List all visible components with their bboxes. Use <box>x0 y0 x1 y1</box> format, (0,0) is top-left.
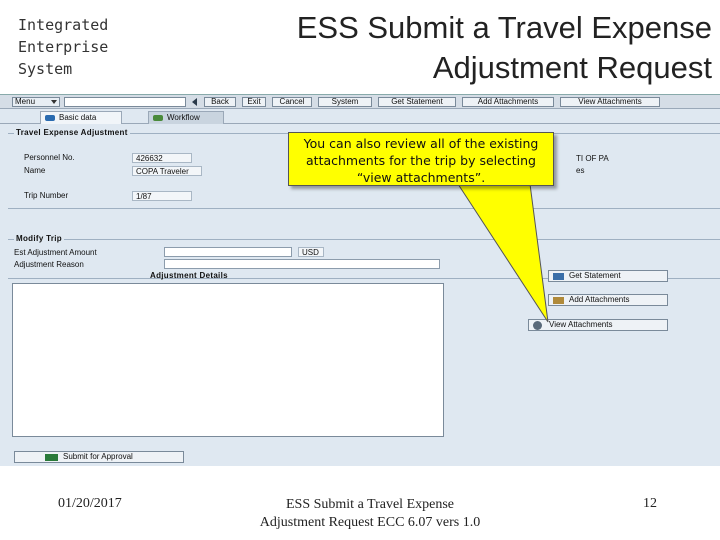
footer-title-line-2: Adjustment Request ECC 6.07 vers 1.0 <box>259 515 481 530</box>
travel-expense-adjustment-title: Travel Expense Adjustment <box>14 128 130 138</box>
footer-title: ESS Submit a Travel Expense Adjustment R… <box>230 496 510 532</box>
command-field[interactable] <box>64 97 186 107</box>
footer-date: 01/20/2017 <box>58 496 122 511</box>
tab-strip: Basic data Workflow <box>0 110 720 124</box>
ies-line-2: Enterprise <box>18 38 109 56</box>
menu-dropdown[interactable]: Menu <box>12 97 60 107</box>
chevron-down-icon <box>51 100 57 104</box>
statement-icon <box>553 273 564 280</box>
adjustment-reason-input[interactable] <box>164 259 440 269</box>
exit-button[interactable]: Exit <box>242 97 266 107</box>
add-attachments-button[interactable]: Add Attachments <box>548 294 668 306</box>
callout-line-1: You can also review all of the existing <box>303 136 539 151</box>
view-attachments-button[interactable]: View Attachments <box>528 319 668 331</box>
magnifier-icon <box>533 321 542 330</box>
view-attachments-label: View Attachments <box>549 320 613 329</box>
slide-title-line-1: ESS Submit a Travel Expense <box>296 10 712 45</box>
est-adjustment-label: Est Adjustment Amount <box>14 248 97 257</box>
get-statement-button[interactable]: Get Statement <box>548 270 668 282</box>
basic-data-icon <box>45 115 55 121</box>
tab-workflow[interactable]: Workflow <box>148 111 224 124</box>
callout-line-2: attachments for the trip by selecting <box>306 153 536 168</box>
submit-label: Submit for Approval <box>63 452 133 461</box>
menu-label: Menu <box>15 97 36 106</box>
org-text: TI OF PA <box>576 154 609 163</box>
sap-toolbar: Menu Back Exit Cancel System Get Stateme… <box>0 95 720 109</box>
currency-value: USD <box>298 247 324 257</box>
cancel-button[interactable]: Cancel <box>272 97 312 107</box>
callout-note: You can also review all of the existing … <box>288 132 554 186</box>
personnel-no-label: Personnel No. <box>24 153 75 162</box>
ies-line-3: System <box>18 60 73 78</box>
est-adjustment-input[interactable] <box>164 247 292 257</box>
add-attachments-label: Add Attachments <box>569 295 630 304</box>
slide-title-line-2: Adjustment Request <box>432 50 712 85</box>
submit-for-approval-button[interactable]: Submit for Approval <box>14 451 184 463</box>
trip-number-value: 1/87 <box>132 191 192 201</box>
tab-basic-data[interactable]: Basic data <box>40 111 122 124</box>
footer-page-number: 12 <box>643 496 657 511</box>
modify-trip-title: Modify Trip <box>14 234 64 244</box>
paperclip-icon <box>553 297 564 304</box>
name-label: Name <box>24 166 46 175</box>
adjustment-details-label: Adjustment Details <box>150 271 228 280</box>
callout-line-3: “view attachments”. <box>356 170 486 185</box>
get-statement-toolbar-button[interactable]: Get Statement <box>378 97 456 107</box>
back-arrow-icon[interactable] <box>192 98 197 106</box>
ies-logo-text: Integrated Enterprise System <box>18 14 158 80</box>
trip-number-label: Trip Number <box>24 191 69 200</box>
view-attachments-toolbar-button[interactable]: View Attachments <box>560 97 660 107</box>
tab-basic-data-label: Basic data <box>59 113 97 122</box>
system-menu-button[interactable]: System <box>318 97 372 107</box>
workflow-icon <box>153 115 163 121</box>
personnel-no-value: 426632 <box>132 153 192 163</box>
adjustment-details-textarea[interactable] <box>12 283 444 437</box>
footer-title-line-1: ESS Submit a Travel Expense <box>285 497 454 512</box>
slide: Integrated Enterprise System ESS Submit … <box>0 0 720 540</box>
slide-title: ESS Submit a Travel Expense Adjustment R… <box>240 8 712 88</box>
name-value: COPA Traveler <box>132 166 202 176</box>
tab-workflow-label: Workflow <box>167 113 200 122</box>
back-button[interactable]: Back <box>204 97 236 107</box>
org-text-2: es <box>576 166 585 175</box>
ies-line-1: Integrated <box>18 16 109 34</box>
add-attachments-toolbar-button[interactable]: Add Attachments <box>462 97 554 107</box>
get-statement-label: Get Statement <box>569 271 621 280</box>
adjustment-reason-label: Adjustment Reason <box>14 260 84 269</box>
submit-icon <box>45 454 58 461</box>
